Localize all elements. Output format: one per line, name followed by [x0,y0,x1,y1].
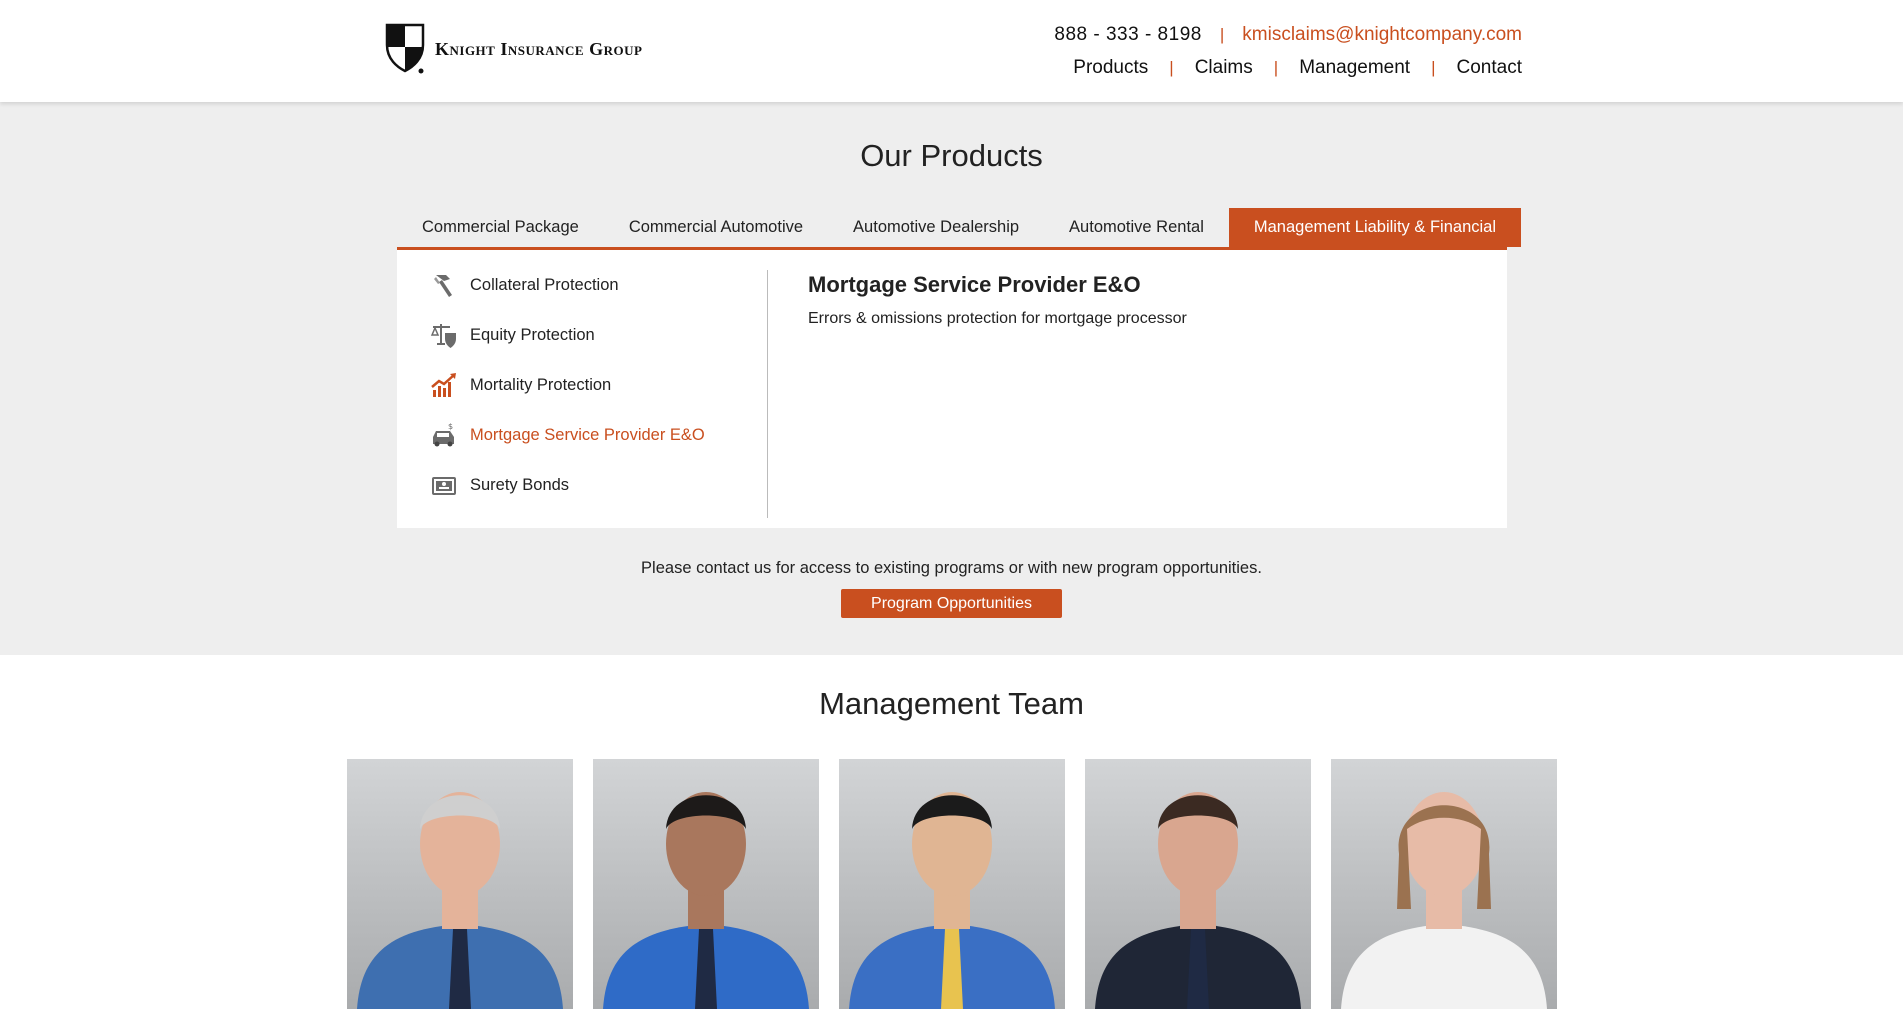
team-title: Management Team [819,686,1084,721]
product-item-mortality[interactable]: Mortality Protection [430,360,760,410]
portrait-image [357,792,563,1009]
team-member-photo[interactable] [839,759,1065,1009]
tab-commercial-automotive[interactable]: Commercial Automotive [604,208,828,247]
shield-logo-icon [385,23,425,74]
product-item-mortgage-eo[interactable]: $ Mortgage Service Provider E&O [430,410,760,460]
portrait-image [603,792,809,1009]
logo[interactable]: Knight Insurance Group [385,23,642,75]
nav-contact[interactable]: Contact [1457,57,1522,79]
product-item-equity[interactable]: Equity Protection [430,310,760,360]
team-member-photo[interactable] [347,759,573,1009]
program-opportunities-button[interactable]: Program Opportunities [841,589,1062,618]
team-member-photo[interactable] [593,759,819,1009]
team-member-photo[interactable] [1331,759,1557,1009]
tab-automotive-dealership[interactable]: Automotive Dealership [828,208,1044,247]
portrait-image [1095,792,1301,1009]
phone-number[interactable]: 888 - 333 - 8198 [1054,24,1201,46]
product-panel: Collateral Protection Equity Protection [397,250,1507,528]
team-member-photo[interactable] [1085,759,1311,1009]
svg-text:$: $ [448,422,453,431]
tab-commercial-package[interactable]: Commercial Package [397,208,604,247]
nav-products[interactable]: Products [1073,57,1148,79]
product-label: Mortgage Service Provider E&O [470,425,705,444]
product-tabs: Commercial Package Commercial Automotive… [397,208,1522,250]
panel-divider [767,270,768,518]
nav-claims[interactable]: Claims [1195,57,1253,79]
logo-text: Knight Insurance Group [435,38,643,59]
portrait-image [1341,792,1547,1009]
product-label: Mortality Protection [470,375,612,394]
nav-management[interactable]: Management [1299,57,1410,79]
portrait-image [849,792,1055,1009]
car-dollar-icon: $ [433,422,454,447]
contact-line: 888 - 333 - 8198 | kmisclaims@knightcomp… [1054,24,1522,46]
bond-certificate-icon [432,477,456,495]
team-photos [347,759,1557,1009]
separator: | [1219,25,1225,44]
product-list: Collateral Protection Equity Protection [430,260,760,510]
contact-note: Please contact us for access to existing… [641,559,1262,577]
site-header: Knight Insurance Group 888 - 333 - 8198 … [0,0,1903,102]
hammer-icon [434,275,452,297]
email-link[interactable]: kmisclaims@knightcompany.com [1242,24,1522,46]
products-title: Our Products [860,138,1043,173]
separator: | [1169,58,1174,77]
products-section: Our Products Commercial Package Commerci… [0,102,1903,655]
product-item-surety[interactable]: Surety Bonds [430,460,760,510]
tab-automotive-rental[interactable]: Automotive Rental [1044,208,1229,247]
rising-chart-icon [431,373,456,397]
product-item-collateral[interactable]: Collateral Protection [430,260,760,310]
product-label: Equity Protection [470,325,595,344]
scales-shield-icon [430,324,456,348]
main-nav: Products | Claims | Management | Contact [1073,57,1522,79]
product-detail-description: Errors & omissions protection for mortga… [808,310,1187,327]
product-detail-title: Mortgage Service Provider E&O [808,272,1141,297]
product-label: Collateral Protection [470,275,619,294]
tab-management-liability[interactable]: Management Liability & Financial [1228,208,1522,247]
separator: | [1273,58,1279,77]
separator: | [1431,58,1436,77]
product-label: Surety Bonds [470,475,570,494]
team-section: Management Team [0,655,1903,1009]
